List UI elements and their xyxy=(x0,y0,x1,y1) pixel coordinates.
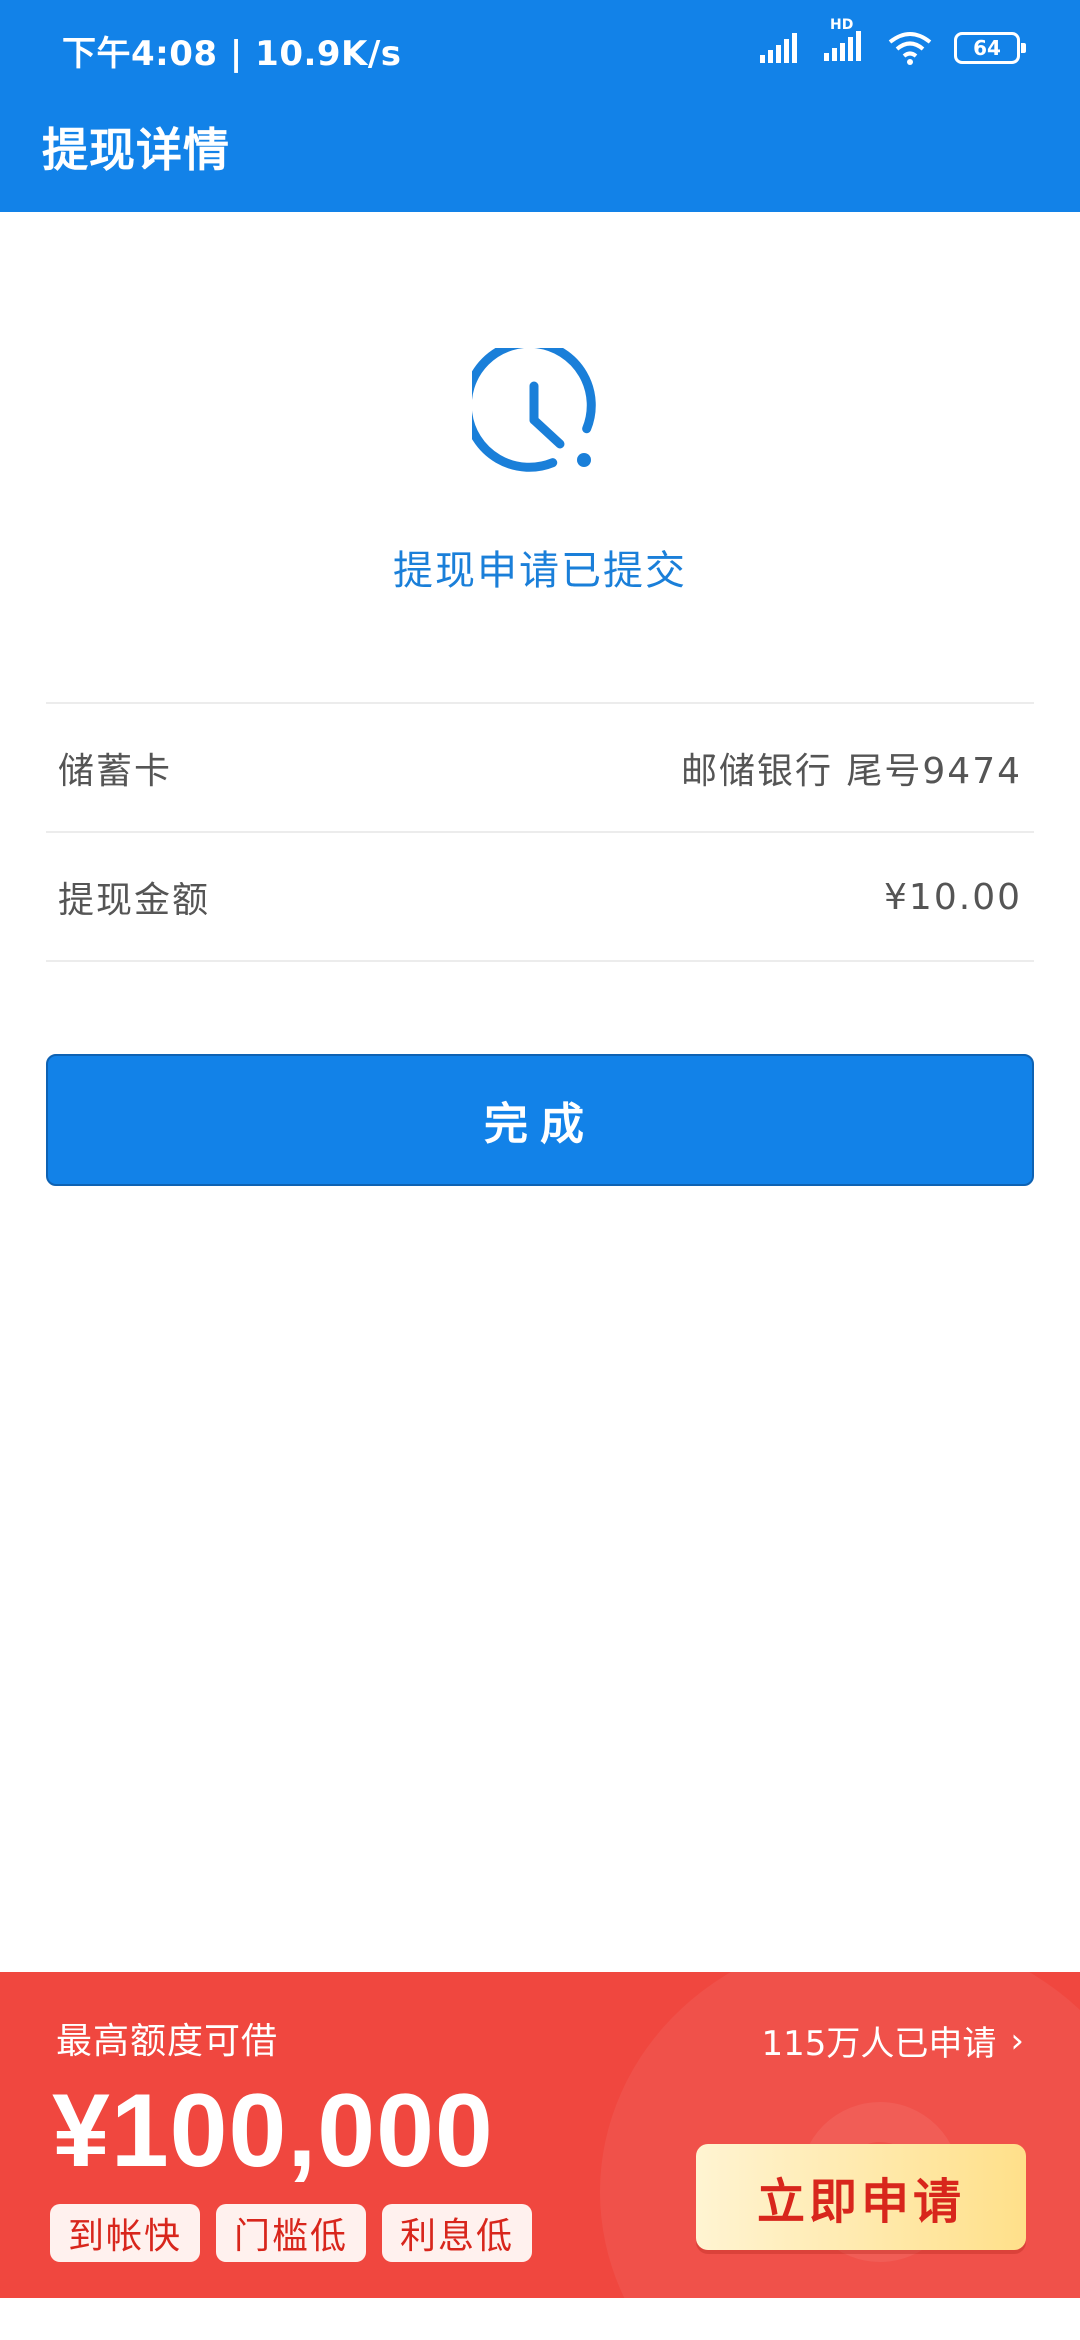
status-area: 提现申请已提交 xyxy=(0,212,1080,702)
hd-label: HD xyxy=(830,17,854,33)
applicants-link[interactable]: 115万人已申请 › xyxy=(761,2016,1024,2065)
row-label: 储蓄卡 xyxy=(58,751,173,792)
loan-promo-banner[interactable]: 最高额度可借 115万人已申请 › ¥100,000 到帐快 门槛低 利息低 立… xyxy=(0,1972,1080,2298)
done-button[interactable]: 完成 xyxy=(46,1054,1034,1186)
hd-signal: HD xyxy=(824,17,866,65)
row-value: 邮储银行 尾号9474 xyxy=(680,751,1022,792)
row-value: ¥10.00 xyxy=(884,876,1022,918)
promo-label: 最高额度可借 xyxy=(56,2021,279,2062)
promo-tag: 门槛低 xyxy=(216,2204,367,2262)
battery-icon: 64 xyxy=(954,32,1026,64)
promo-tag: 到帐快 xyxy=(50,2204,201,2262)
promo-tags: 到帐快 门槛低 利息低 xyxy=(50,2204,533,2262)
divider xyxy=(46,960,1034,962)
chevron-right-icon: › xyxy=(1010,2020,1024,2061)
submit-status-text: 提现申请已提交 xyxy=(393,548,687,594)
promo-amount: ¥100,000 xyxy=(52,2073,494,2189)
status-bar: 下午4:08 | 10.9K/s HD 64 xyxy=(0,0,1080,96)
debit-card-row: 储蓄卡 邮储银行 尾号9474 xyxy=(46,702,1034,832)
signal-hd-icon xyxy=(824,31,861,61)
app-header: 下午4:08 | 10.9K/s HD 64 提现详情 xyxy=(0,0,1080,212)
promo-tag: 利息低 xyxy=(382,2204,533,2262)
row-label: 提现金额 xyxy=(58,880,211,921)
signal-icon xyxy=(760,33,797,63)
applicants-count: 115万人已申请 xyxy=(761,2024,997,2064)
battery-level: 64 xyxy=(973,36,1001,60)
status-time: 下午4:08 | 10.9K/s xyxy=(62,34,402,74)
clock-icon xyxy=(472,348,596,472)
apply-now-button[interactable]: 立即申请 xyxy=(696,2144,1026,2250)
status-icons: HD 64 xyxy=(760,17,1026,68)
withdraw-amount-row: 提现金额 ¥10.00 xyxy=(46,831,1034,961)
page-title: 提现详情 xyxy=(42,123,230,177)
wifi-icon xyxy=(888,32,932,65)
